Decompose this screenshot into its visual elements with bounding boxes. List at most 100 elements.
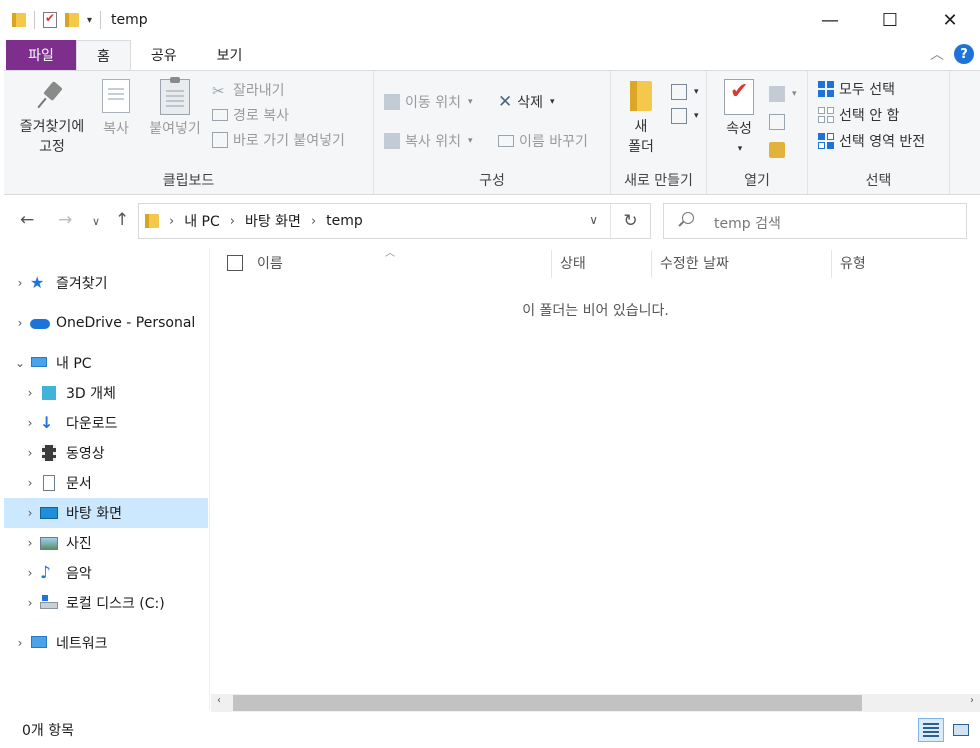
select-all-button[interactable]: 모두 선택 — [818, 78, 895, 100]
properties-button[interactable]: 속성 ▾ — [719, 79, 759, 159]
nav-item-videos[interactable]: › 동영상 — [4, 438, 208, 468]
details-view-button[interactable] — [918, 718, 944, 742]
pin-to-quick-access-button[interactable]: 즐겨찾기에 고정 — [12, 79, 92, 157]
column-header-name[interactable]: 이름 — [257, 248, 283, 278]
nav-item-label: 동영상 — [66, 446, 105, 462]
address-bar[interactable]: › 내 PC › 바탕 화면 › temp ∨ ↻ — [138, 203, 651, 239]
column-divider[interactable] — [651, 250, 652, 278]
easy-access-icon — [671, 108, 687, 124]
chevron-right-icon[interactable]: › — [20, 476, 40, 490]
paste-button[interactable]: 붙여넣기 — [144, 77, 206, 139]
invert-selection-button[interactable]: 선택 영역 반전 — [818, 130, 925, 152]
large-icons-view-button[interactable] — [948, 718, 974, 742]
collapse-ribbon-icon[interactable]: ︿ — [930, 44, 944, 64]
tab-home[interactable]: 홈 — [76, 40, 131, 70]
horizontal-scrollbar[interactable]: ‹ › — [211, 694, 980, 712]
forward-arrow-icon[interactable]: → — [58, 210, 72, 230]
scroll-right-icon[interactable]: › — [970, 695, 974, 706]
chevron-right-icon[interactable]: › — [10, 316, 30, 330]
column-header-status[interactable]: 상태 — [560, 248, 586, 278]
search-icon — [682, 212, 694, 224]
scroll-left-icon[interactable]: ‹ — [217, 695, 221, 706]
nav-item-3d-objects[interactable]: › 3D 개체 — [4, 378, 208, 408]
rename-icon — [498, 135, 514, 147]
tab-view[interactable]: 보기 — [197, 40, 263, 70]
nav-item-desktop[interactable]: › 바탕 화면 — [4, 498, 208, 528]
nav-item-onedrive[interactable]: › OneDrive - Personal — [4, 308, 208, 338]
rename-button[interactable]: 이름 바꾸기 — [498, 130, 588, 152]
paste-shortcut-button[interactable]: 바로 가기 붙여넣기 — [212, 129, 345, 151]
move-to-icon — [384, 94, 400, 110]
new-folder-button[interactable]: 새 폴더 — [619, 79, 663, 157]
history-button[interactable] — [769, 139, 785, 161]
chevron-right-icon[interactable]: › — [10, 636, 30, 650]
address-dropdown-icon[interactable]: ∨ — [589, 213, 598, 227]
folder-icon — [12, 12, 26, 28]
nav-item-downloads[interactable]: › ↓ 다운로드 — [4, 408, 208, 438]
chevron-right-icon[interactable]: › — [20, 416, 40, 430]
nav-item-label: 3D 개체 — [66, 386, 116, 402]
chevron-down-icon[interactable]: ⌄ — [10, 356, 30, 370]
breadcrumb-temp[interactable]: temp — [326, 213, 363, 229]
help-icon[interactable]: ? — [954, 44, 974, 64]
copy-path-icon — [212, 109, 228, 121]
nav-item-pictures[interactable]: › 사진 — [4, 528, 208, 558]
chevron-right-icon[interactable]: › — [20, 566, 40, 580]
properties-quick-icon[interactable] — [43, 11, 57, 28]
new-item-button[interactable]: ▾ — [671, 81, 699, 103]
nav-item-network[interactable]: › 네트워크 — [4, 628, 208, 658]
chevron-right-icon[interactable]: › — [169, 214, 174, 229]
move-to-button[interactable]: 이동 위치 ▾ — [384, 91, 473, 113]
select-all-checkbox[interactable] — [227, 248, 243, 278]
column-header-modified[interactable]: 수정한 날짜 — [660, 248, 729, 278]
easy-access-button[interactable]: ▾ — [671, 105, 699, 127]
nav-item-documents[interactable]: › 문서 — [4, 468, 208, 498]
chevron-right-icon[interactable]: › — [20, 506, 40, 520]
cut-button[interactable]: ✂ 잘라내기 — [212, 79, 285, 101]
column-divider[interactable] — [831, 250, 832, 278]
chevron-right-icon[interactable]: › — [20, 536, 40, 550]
nav-item-music[interactable]: › ♪ 음악 — [4, 558, 208, 588]
maximize-button[interactable]: ☐ — [860, 0, 920, 40]
chevron-right-icon[interactable]: › — [10, 276, 30, 290]
scrollbar-thumb[interactable] — [233, 695, 862, 711]
column-divider[interactable] — [551, 250, 552, 278]
breadcrumb-desktop[interactable]: 바탕 화면 — [245, 211, 301, 231]
breadcrumb-this-pc[interactable]: 내 PC — [184, 211, 220, 231]
copy-button[interactable]: 복사 — [96, 79, 136, 139]
minimize-button[interactable]: — — [800, 0, 860, 40]
delete-label: 삭제 — [517, 95, 544, 111]
edit-button[interactable] — [769, 111, 785, 133]
chevron-right-icon[interactable]: › — [20, 386, 40, 400]
chevron-right-icon[interactable]: › — [311, 214, 316, 229]
tab-file[interactable]: 파일 — [6, 40, 76, 70]
tab-share[interactable]: 공유 — [131, 40, 197, 70]
close-button[interactable]: ✕ — [920, 0, 980, 40]
refresh-icon[interactable]: ↻ — [610, 204, 650, 238]
copy-to-button[interactable]: 복사 위치 ▾ — [384, 130, 473, 152]
nav-item-label: 음악 — [66, 566, 92, 582]
new-folder-quick-icon[interactable] — [65, 12, 79, 28]
up-arrow-icon[interactable]: ↑ — [115, 210, 129, 230]
select-group: 모두 선택 선택 안 함 선택 영역 반전 선택 — [808, 71, 950, 194]
open-button[interactable]: ▾ — [769, 83, 797, 105]
copy-path-button[interactable]: 경로 복사 — [212, 104, 289, 126]
document-icon — [40, 474, 58, 492]
back-arrow-icon[interactable]: ← — [20, 210, 34, 230]
nav-item-local-disk[interactable]: › 로컬 디스크 (C:) — [4, 588, 208, 618]
nav-item-this-pc[interactable]: ⌄ 내 PC — [4, 348, 208, 378]
customize-quick-access-dropdown[interactable]: ▾ — [87, 15, 92, 26]
delete-button[interactable]: ✕ 삭제 ▾ — [498, 91, 555, 113]
window-controls: — ☐ ✕ — [800, 0, 980, 40]
nav-item-quick-access[interactable]: › ★ 즐겨찾기 — [4, 268, 208, 298]
select-none-icon — [818, 107, 834, 123]
recent-locations-chevron-icon[interactable]: ∨ — [92, 215, 100, 228]
chevron-right-icon[interactable]: › — [230, 214, 235, 229]
chevron-right-icon[interactable]: › — [20, 596, 40, 610]
search-input[interactable]: temp 검색 — [663, 203, 967, 239]
nav-item-label: 즐겨찾기 — [56, 276, 108, 292]
chevron-right-icon[interactable]: › — [20, 446, 40, 460]
select-none-button[interactable]: 선택 안 함 — [818, 104, 899, 126]
empty-folder-message: 이 폴더는 비어 있습니다. — [522, 303, 669, 319]
column-header-type[interactable]: 유형 — [840, 248, 866, 278]
